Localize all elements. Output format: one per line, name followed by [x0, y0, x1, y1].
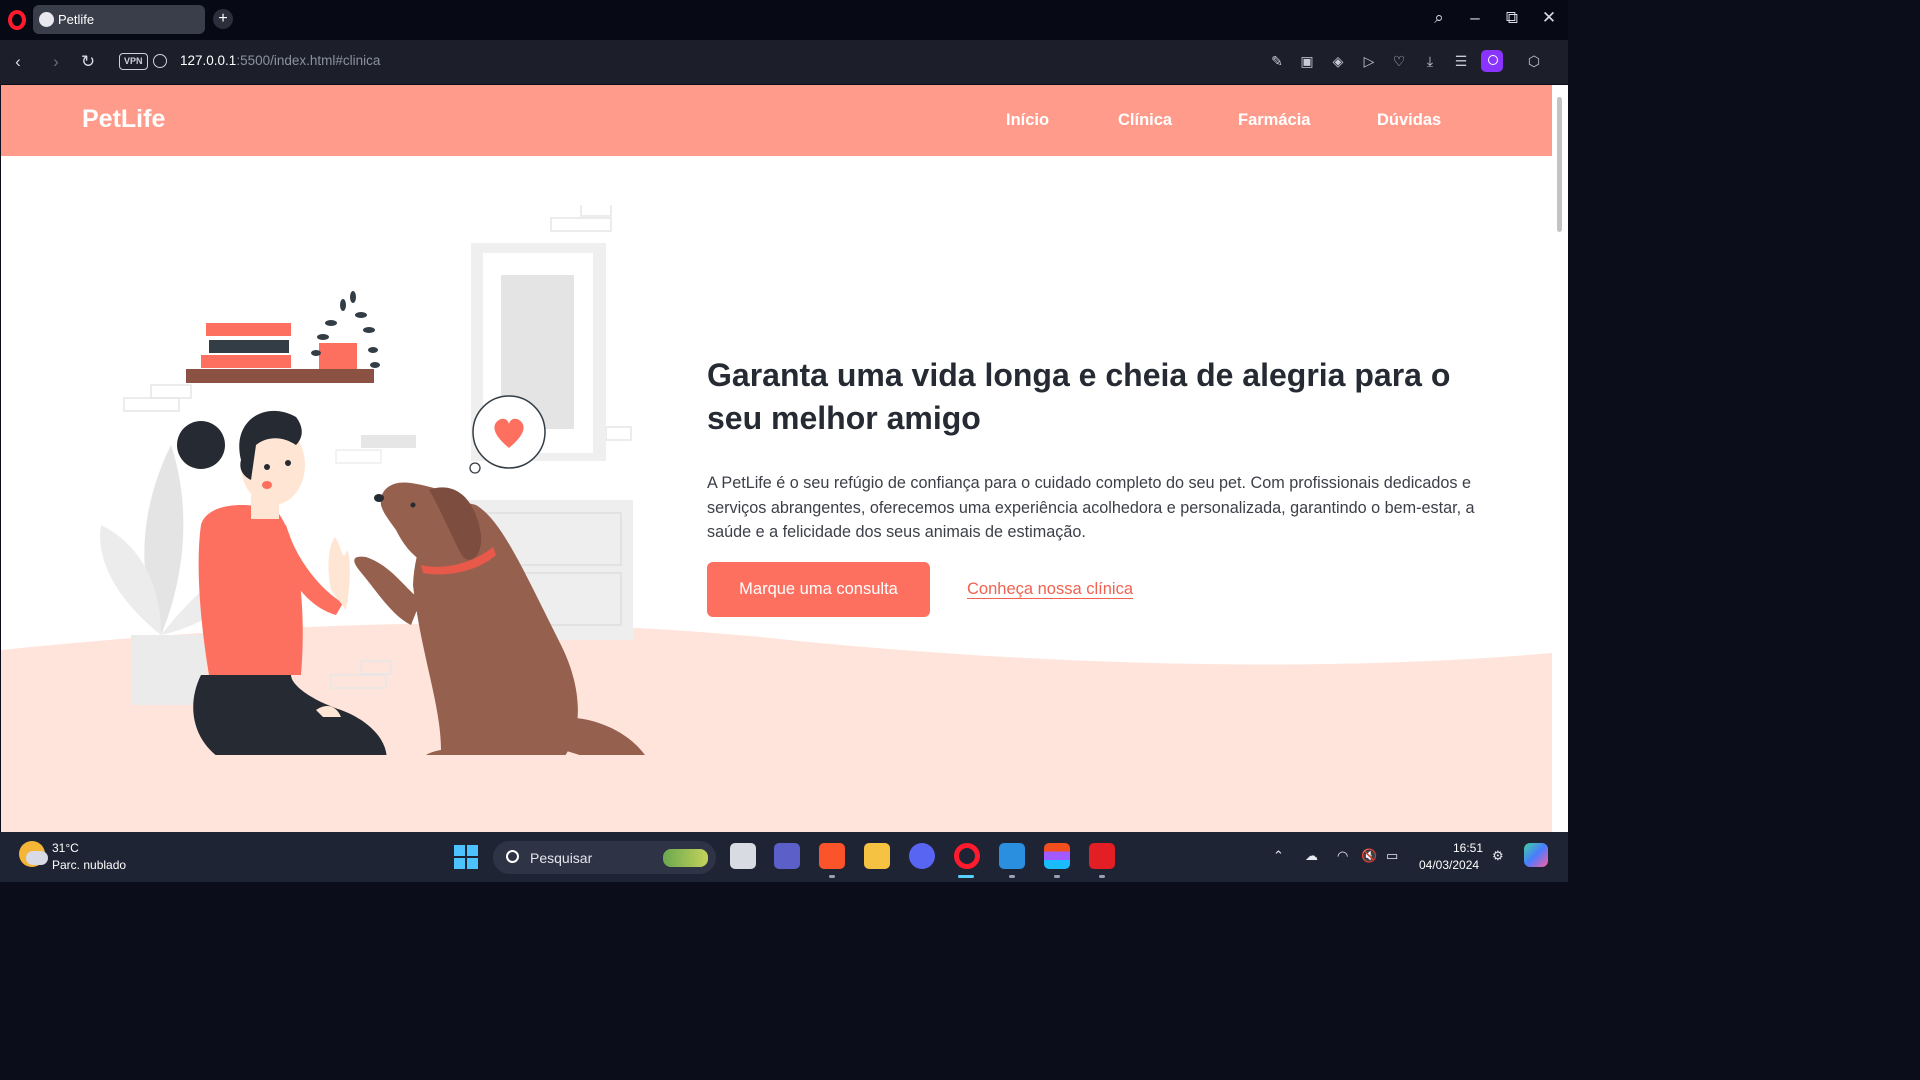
search-highlight-art [663, 849, 708, 867]
clinic-link[interactable]: Conheça nossa clínica [967, 580, 1133, 599]
new-tab-button[interactable]: + [213, 9, 233, 29]
taskbar-search[interactable]: Pesquisar [493, 841, 716, 874]
notifications-icon[interactable]: ⚙ [1492, 848, 1504, 864]
site-header: PetLife Início Clínica Farmácia Dúvidas [1, 85, 1552, 156]
download-icon[interactable]: ⤓ [1421, 52, 1439, 70]
menu-icon[interactable]: ☰ [1452, 52, 1470, 70]
show-hidden-icons-icon[interactable]: ⌃ [1273, 848, 1284, 864]
site-info-icon[interactable] [153, 54, 167, 68]
reload-icon[interactable]: ↻ [78, 52, 98, 72]
edit-icon[interactable]: ✎ [1268, 52, 1286, 70]
avira-icon[interactable] [1089, 843, 1115, 869]
tab-title: Petlife [58, 12, 95, 27]
close-icon[interactable]: ✕ [1537, 8, 1561, 28]
teams-icon[interactable] [774, 843, 800, 869]
clock-time[interactable]: 16:51 [1453, 841, 1483, 855]
forward-icon[interactable]: › [46, 52, 66, 72]
cloud-icon [26, 851, 48, 865]
avira-running-indicator [1099, 875, 1105, 878]
hero-title: Garanta uma vida longa e cheia de alegri… [707, 357, 1451, 436]
clock-date[interactable]: 04/03/2024 [1419, 858, 1479, 872]
opera-active-indicator [958, 875, 974, 878]
windows-start-icon[interactable] [454, 845, 478, 869]
play-icon[interactable]: ▷ [1360, 52, 1378, 70]
address-bar: ‹ › ↻ VPN 127.0.0.1:5500/index.html#clin… [0, 40, 1568, 114]
browser-tab[interactable]: Petlife [33, 5, 205, 34]
nav-farmacia[interactable]: Farmácia [1238, 111, 1310, 130]
vpn-badge[interactable]: VPN [119, 53, 148, 70]
opera-logo-icon[interactable] [8, 10, 26, 30]
url-path: :5500/index.html#clinica [236, 53, 381, 68]
page-viewport: PetLife Início Clínica Farmácia Dúvidas [1, 85, 1552, 832]
globe-icon [39, 12, 54, 27]
search-tabs-icon[interactable]: ⌕ [1427, 8, 1451, 28]
shield-icon[interactable]: ◈ [1329, 52, 1347, 70]
onedrive-icon[interactable]: ☁ [1305, 848, 1318, 864]
vscode-icon[interactable] [999, 843, 1025, 869]
figma-running-indicator [1054, 875, 1060, 878]
restore-icon[interactable]: ⧉ [1500, 8, 1524, 28]
back-icon[interactable]: ‹ [8, 52, 28, 72]
scrollbar-thumb[interactable] [1557, 97, 1562, 232]
search-icon [506, 850, 519, 863]
volume-muted-icon[interactable]: 🔇 [1361, 848, 1377, 864]
camera-icon[interactable]: ▣ [1298, 52, 1316, 70]
minimize-icon[interactable]: – [1463, 8, 1487, 28]
file-explorer-icon[interactable] [864, 843, 890, 869]
wifi-icon[interactable]: ◠ [1337, 848, 1348, 864]
url-host: 127.0.0.1 [180, 53, 237, 68]
nav-clinica[interactable]: Clínica [1118, 111, 1172, 130]
browser-titlebar: Petlife + ⌕ – ⧉ ✕ [0, 0, 1568, 40]
hero-illustration [100, 205, 645, 755]
discord-icon[interactable] [909, 843, 935, 869]
brave-running-indicator [829, 875, 835, 878]
taskbar-search-label: Pesquisar [530, 850, 593, 866]
book-appointment-button[interactable]: Marque uma consulta [707, 562, 930, 617]
taskbar: 31°C Parc. nublado Pesquisar ⌃ ☁ ◠ 🔇 ▭ 1… [0, 832, 1568, 882]
task-view-icon[interactable] [730, 843, 756, 869]
vscode-running-indicator [1009, 875, 1015, 878]
page-scrollbar[interactable] [1552, 85, 1568, 832]
figma-icon[interactable] [1044, 843, 1070, 869]
url-field[interactable]: 127.0.0.1:5500/index.html#clinica [180, 53, 380, 68]
battery-icon[interactable]: ▭ [1386, 848, 1398, 864]
opera-icon[interactable] [954, 843, 980, 869]
copilot-icon[interactable] [1524, 843, 1548, 867]
heart-icon[interactable]: ♡ [1390, 52, 1408, 70]
weather-condition: Parc. nublado [52, 858, 127, 872]
profile-icon[interactable] [1481, 50, 1503, 72]
weather-temperature: 31°C [52, 841, 79, 855]
site-logo[interactable]: PetLife [82, 105, 165, 134]
nav-inicio[interactable]: Início [1006, 111, 1049, 130]
brave-icon[interactable] [819, 843, 845, 869]
nav-duvidas[interactable]: Dúvidas [1377, 111, 1441, 130]
extensions-icon[interactable]: ⬡ [1525, 52, 1543, 70]
hero-description: A PetLife é o seu refúgio de confiança p… [707, 474, 1475, 541]
